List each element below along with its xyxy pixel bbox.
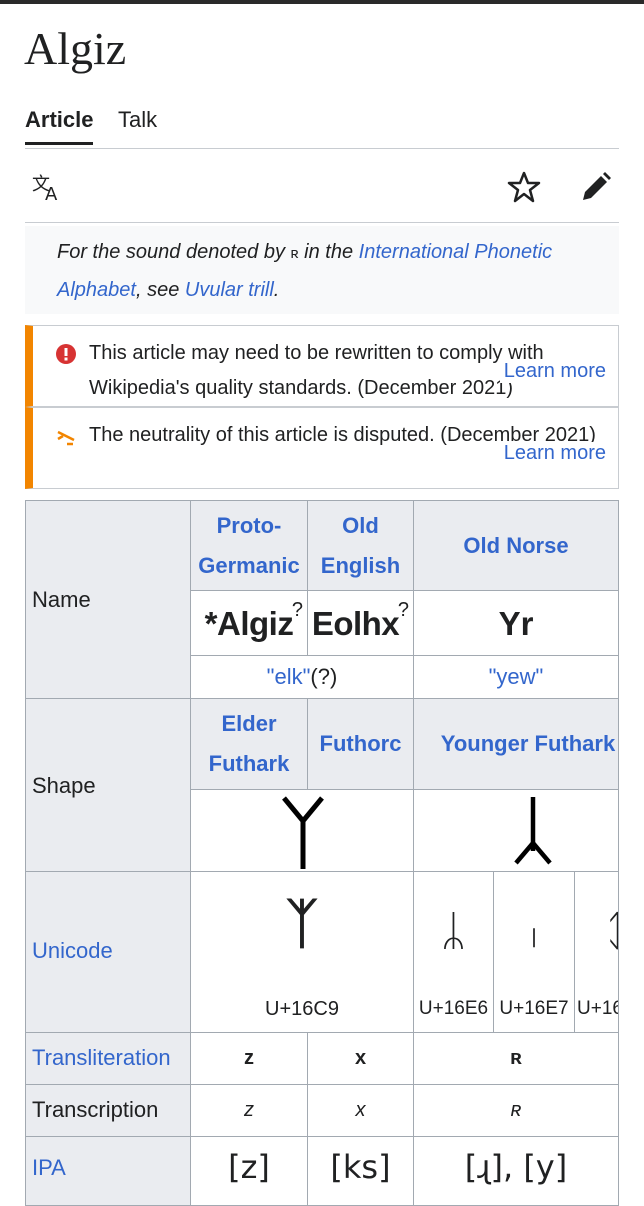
watch-star-icon[interactable]	[507, 170, 541, 204]
younger-futhark-link[interactable]: Younger Futhark	[441, 731, 615, 756]
shape-label: Shape	[32, 773, 96, 798]
transcr-x: x	[307, 1084, 414, 1137]
learn-more-link-2[interactable]: Learn more	[499, 442, 606, 465]
old-english-link[interactable]: Old English	[321, 513, 400, 578]
warning-icon	[56, 344, 76, 364]
meaning-elk[interactable]: "elk"	[267, 664, 311, 689]
ipa-label-cell: IPA	[25, 1136, 191, 1206]
tab-article[interactable]: Article	[25, 107, 94, 145]
learn-more-link-1[interactable]: Learn more	[499, 360, 606, 383]
ipa-r-y[interactable]: [ɻ], [y]	[413, 1136, 619, 1206]
language-icon[interactable]: 文 A	[31, 170, 65, 204]
name-cell-on: Yr	[413, 590, 619, 656]
name-label-cell: Name	[25, 500, 191, 699]
hatnote-text-1: For the sound denoted by	[57, 241, 291, 263]
elder-futhark-link[interactable]: Elder Futhark	[209, 711, 290, 776]
header-elder-futhark[interactable]: Elder Futhark	[190, 698, 308, 790]
transcr-label-cell: Transcription	[25, 1084, 191, 1137]
name-old-norse: Yr	[498, 605, 534, 642]
translit-z: z	[190, 1032, 308, 1085]
futhorc-link[interactable]: Futhorc	[320, 731, 402, 756]
unicode-cell-16e8: ᛨ U+16E8	[574, 871, 619, 1033]
unicode-cell-16e7: ᛧ U+16E7	[493, 871, 575, 1033]
header-futhorc[interactable]: Futhorc	[307, 698, 414, 790]
old-norse-link[interactable]: Old Norse	[463, 533, 568, 558]
unicode-glyph-16e6: ᛦ	[440, 906, 467, 955]
unicode-link[interactable]: Unicode	[32, 938, 113, 964]
transcription-label: Transcription	[32, 1097, 159, 1122]
ipa-label-link[interactable]: IPA	[32, 1155, 66, 1181]
shape-cell-algiz	[190, 789, 414, 872]
header-old-english[interactable]: Old English	[307, 500, 414, 591]
unicode-label-cell: Unicode	[25, 871, 191, 1033]
shape-label-cell: Shape	[25, 698, 191, 872]
code-16e7: U+16E7	[499, 998, 569, 1019]
page-title: Algiz	[24, 23, 127, 74]
page-actions: 文 A	[25, 150, 619, 223]
meaning-yew[interactable]: "yew"	[489, 664, 544, 689]
question-mark-1[interactable]: ?	[292, 599, 303, 622]
notice-rewrite: This article may need to be rewritten to…	[25, 325, 619, 407]
hatnote-text-3: , see	[135, 279, 185, 301]
svg-text:A: A	[45, 184, 58, 204]
scale-unbalanced-icon	[57, 430, 75, 446]
translit-label-cell: Transliteration	[25, 1032, 191, 1085]
name-label: Name	[32, 587, 91, 612]
hatnote-symbol: ʀ	[290, 245, 299, 262]
ipa-z[interactable]: [z]	[190, 1136, 308, 1206]
header-old-norse[interactable]: Old Norse	[413, 500, 619, 591]
unicode-glyph-algiz: ᛉ	[285, 892, 319, 955]
shape-cell-yr	[413, 789, 619, 872]
meaning-cell-2: "yew"	[413, 655, 619, 699]
header-younger-futhark[interactable]: Younger Futhark	[413, 698, 619, 790]
transcr-r: ʀ	[413, 1084, 619, 1137]
code-16e6: U+16E6	[418, 998, 489, 1019]
name-old-english: Eolhx	[311, 605, 400, 642]
code-16c9: U+16C9	[265, 998, 339, 1020]
transliteration-link[interactable]: Transliteration	[32, 1045, 171, 1071]
uvular-trill-link[interactable]: Uvular trill	[185, 279, 274, 301]
notice-neutrality: The neutrality of this article is disput…	[25, 407, 619, 489]
proto-germanic-link[interactable]: Proto-Germanic	[198, 513, 300, 578]
code-16e8: U+16E8	[577, 998, 618, 1019]
hatnote-text-4: .	[273, 279, 280, 301]
unicode-cell-16e6: ᛦ U+16E6	[413, 871, 494, 1033]
unicode-cell-algiz: ᛉ U+16C9	[190, 871, 414, 1033]
yr-rune-shape	[514, 797, 552, 865]
name-cell-pg: *Algiz ?	[190, 590, 308, 656]
header-proto-germanic[interactable]: Proto-Germanic	[190, 500, 308, 591]
name-cell-oe: Eolhx ?	[307, 590, 414, 656]
name-proto-germanic: *Algiz	[204, 605, 294, 642]
ipa-ks[interactable]: [ks]	[307, 1136, 414, 1206]
translit-r: ʀ	[413, 1032, 619, 1085]
top-border	[0, 0, 644, 4]
translit-x: x	[307, 1032, 414, 1085]
meaning-elk-suffix: (?)	[310, 664, 338, 689]
algiz-rune-shape	[282, 796, 324, 869]
tab-talk[interactable]: Talk	[118, 107, 157, 133]
meaning-cell-1: "elk"(?)	[190, 655, 414, 699]
namespace-tabs: Article Talk	[25, 104, 619, 149]
transcr-z: z	[190, 1084, 308, 1137]
edit-pencil-icon[interactable]	[579, 170, 613, 204]
unicode-glyph-16e7: ᛧ	[521, 906, 547, 955]
question-mark-2[interactable]: ?	[398, 599, 409, 622]
unicode-glyph-16e8: ᛨ	[605, 906, 618, 955]
hatnote-text-2: in the	[298, 241, 359, 263]
hatnote: For the sound denoted by ʀ in the Intern…	[25, 226, 619, 314]
